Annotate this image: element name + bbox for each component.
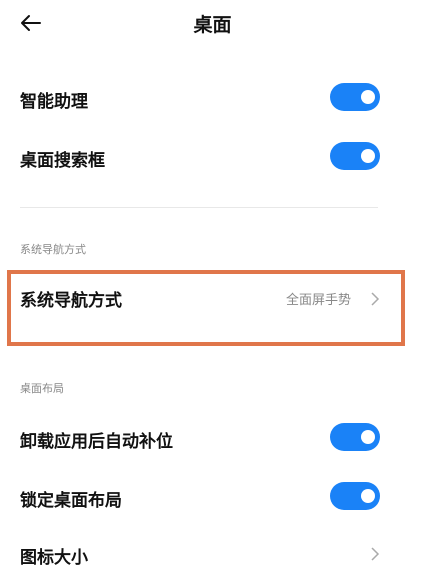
search-box-label: 桌面搜索框 <box>20 151 105 171</box>
lock-layout-label: 锁定桌面布局 <box>20 491 122 511</box>
page-title: 桌面 <box>193 14 232 36</box>
lock-layout-toggle[interactable] <box>330 482 380 510</box>
chevron-right-icon <box>371 547 380 561</box>
chevron-right-icon <box>371 292 380 306</box>
toggle-knob <box>361 430 375 444</box>
icon-size-label: 图标大小 <box>20 548 88 568</box>
search-box-toggle[interactable] <box>330 142 380 170</box>
header-bar: 桌面 <box>0 0 425 46</box>
section-divider <box>20 207 378 208</box>
layout-section-title: 桌面布局 <box>20 382 64 395</box>
assistant-toggle[interactable] <box>330 83 380 111</box>
setting-row-icon-size[interactable]: 图标大小 <box>0 538 425 568</box>
setting-row-auto-fill[interactable]: 卸载应用后自动补位 <box>0 420 425 454</box>
navigation-section-title: 系统导航方式 <box>20 243 86 256</box>
toggle-knob <box>361 90 375 104</box>
setting-row-navigation[interactable]: 系统导航方式 全面屏手势 <box>0 280 425 314</box>
setting-row-lock-layout[interactable]: 锁定桌面布局 <box>0 479 425 513</box>
assistant-label: 智能助理 <box>20 92 88 112</box>
setting-row-search-box[interactable]: 桌面搜索框 <box>0 139 425 173</box>
auto-fill-toggle[interactable] <box>330 423 380 451</box>
setting-row-assistant[interactable]: 智能助理 <box>0 80 425 114</box>
navigation-label: 系统导航方式 <box>20 291 122 311</box>
toggle-knob <box>361 149 375 163</box>
toggle-knob <box>361 489 375 503</box>
navigation-value: 全面屏手势 <box>286 293 352 308</box>
auto-fill-label: 卸载应用后自动补位 <box>20 432 173 452</box>
